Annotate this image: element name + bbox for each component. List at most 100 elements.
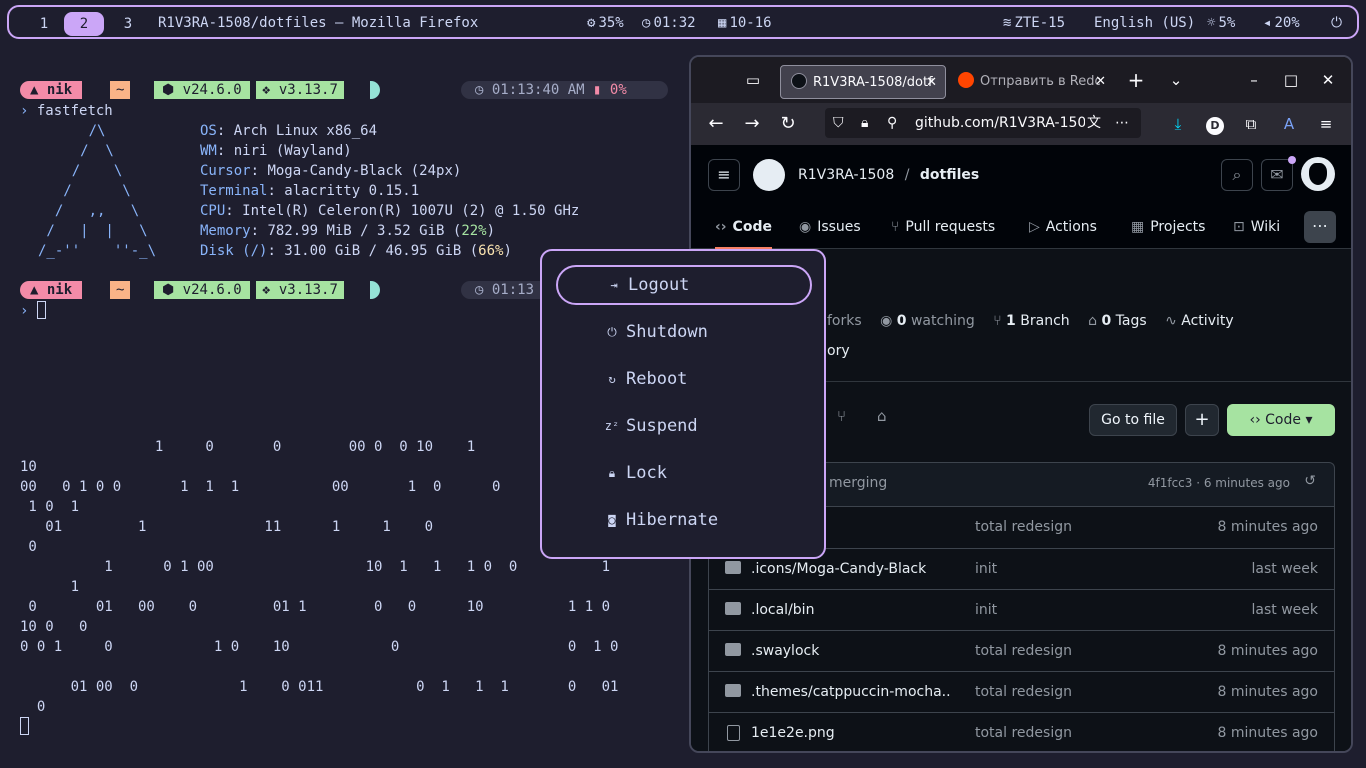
download-icon[interactable]: ⤓ [1163,109,1193,139]
file-row[interactable]: 1e1e2e.png total redesign 8 minutes ago [709,712,1334,751]
go-to-file-button[interactable]: Go to file [1089,404,1177,436]
tab-projects[interactable]: ▦ Projects [1131,205,1205,249]
reload-icon[interactable]: ↻ [773,109,803,139]
shutdown-item[interactable]: ⏻ Shutdown [556,312,812,352]
binary-line: 01 1 11 1 1 0 [20,519,434,535]
more-icon[interactable]: ⋯ [1115,108,1129,138]
history-icon[interactable]: ↺ [1304,473,1316,489]
workspace-1-button[interactable]: 1 [24,12,64,36]
tab-actions[interactable]: ▷ Actions [1029,205,1097,249]
shield-icon: ⛉ [833,115,844,131]
commit-message[interactable]: merging [829,475,887,491]
workspace-3-button[interactable]: 3 [108,12,148,36]
file-commit-message[interactable]: init [975,590,997,630]
github-logo-icon[interactable] [753,159,785,191]
file-row[interactable]: .local/bin init last week [709,589,1334,630]
file-commit-message[interactable]: init [975,549,997,589]
fastfetch-key: Cursor [200,163,251,179]
profile-badge-text: D [1206,117,1224,135]
activity-link[interactable]: Activity [1181,313,1233,329]
forks-label[interactable]: forks [827,313,862,329]
keyboard-layout[interactable]: English (US) [1094,7,1195,41]
file-name[interactable]: .local/bin [751,590,951,630]
code-dropdown-button[interactable]: ‹› Code ▾ [1227,404,1335,436]
github-header: ≡ R1V3RA-1508 / dotfiles ⌕ ✉ [691,145,1351,205]
tab-code[interactable]: ‹› Code [715,205,772,249]
fastfetch-value: 782.99 MiB / 3.52 GiB ( [267,223,462,239]
file-commit-message[interactable]: total redesign [975,672,1072,712]
file-commit-message[interactable]: total redesign [975,631,1072,671]
python-icon: ❖ [262,282,271,298]
close-icon[interactable]: ✕ [1095,65,1106,99]
reboot-item[interactable]: ↻ Reboot [556,359,812,399]
commit-hash-time[interactable]: 4f1fcc3 · 6 minutes ago [1148,476,1290,490]
tag-icon[interactable]: ⌂ [877,407,887,425]
tab-reddit[interactable]: Отправить в Reddit ✕ [948,65,1114,99]
maximize-icon[interactable]: □ [1276,65,1306,95]
binary-line: 1 0 1 [20,499,80,515]
avatar[interactable] [1301,157,1335,191]
file-commit-message[interactable]: total redesign [975,713,1072,751]
brightness-indicator[interactable]: ☼ 5% [1207,7,1235,41]
navigation-bar: ← → ↻ ⛉ 🔒︎ ⚲ github.com/R1V3RA-1508 文 ⋯ … [691,103,1351,145]
file-name[interactable]: .themes/catppuccin-mocha... [751,672,951,712]
close-icon[interactable]: ✕ [926,66,937,98]
binary-line: 0 0 1 0 1 0 10 0 0 1 0 [20,639,619,655]
prompt-node-version: v24.6.0 [182,82,242,98]
volume-indicator[interactable]: ◂ 20% [1263,7,1300,41]
branch-icon: ⑂ [993,313,1002,329]
workspace-2-button[interactable]: 2 [64,12,104,36]
clock-icon: ◷ [475,282,484,298]
repo-owner-link[interactable]: R1V3RA-1508 [798,167,894,183]
menu-icon[interactable]: ≡ [1311,109,1341,139]
tab-manager-icon[interactable]: ▭ [738,65,768,95]
hibernate-label: Hibernate [626,510,719,530]
wifi-indicator[interactable]: ≋ ZTE-15 [1003,7,1065,41]
new-tab-icon[interactable]: + [1121,65,1151,95]
repo-tabs: ‹› Code ◉ Issues ⑂ Pull requests ▷ Actions ▦… [691,205,1351,249]
file-row[interactable]: .swaylock total redesign 8 minutes ago [709,630,1334,671]
tags-label[interactable]: Tags [1116,313,1147,329]
minimize-icon[interactable]: – [1239,65,1269,95]
clock-icon: ◷ [642,15,651,31]
branch-graph-icon[interactable]: ⑂ [837,407,846,425]
add-file-button[interactable]: + [1185,404,1219,436]
back-icon[interactable]: ← [701,109,731,139]
close-window-icon[interactable]: ✕ [1313,65,1343,95]
hamburger-menu-button[interactable]: ≡ [708,159,740,191]
extensions-icon[interactable]: ⧉ [1236,109,1266,139]
lock-item[interactable]: 🔒︎ Lock [556,453,812,493]
tab-pull-requests[interactable]: ⑂ Pull requests [891,205,995,249]
file-date: last week [1251,561,1319,577]
chevron-down-icon[interactable]: ⌄ [1161,65,1191,95]
hibernate-item[interactable]: ◙ Hibernate [556,500,812,540]
branch-label[interactable]: Branch [1020,313,1069,329]
search-icon: ⌕ [1232,165,1242,184]
file-row[interactable]: .themes/catppuccin-mocha... total redesig… [709,671,1334,712]
fastfetch-key: OS [200,123,217,139]
power-button[interactable]: ⏻ [1331,7,1342,41]
prompt-python: ❖ v3.13.7 [256,81,344,99]
input-line[interactable]: › [20,301,46,321]
tab-issues[interactable]: ◉ Issues [799,205,861,249]
tab-wiki[interactable]: ⊡ Wiki [1233,205,1280,249]
fastfetch-colon: : [250,223,268,239]
translate-icon[interactable]: 文 [1087,108,1101,138]
file-name[interactable]: .swaylock [751,631,951,671]
logout-item[interactable]: ⇥ Logout [556,265,812,305]
profile-badge[interactable]: D [1200,109,1230,139]
forward-icon[interactable]: → [737,109,767,139]
url-bar[interactable]: ⛉ 🔒︎ ⚲ github.com/R1V3RA-1508 文 ⋯ [825,108,1141,138]
prompt-arrow-icon: › [20,103,29,119]
suspend-item[interactable]: zᶻ Suspend [556,406,812,446]
translate-extension-icon[interactable]: A [1274,109,1304,139]
repo-name-link[interactable]: dotfiles [920,167,979,183]
ascii-logo-line: /\ [38,123,106,139]
search-button[interactable]: ⌕ [1221,159,1253,191]
watching-label[interactable]: watching [911,313,975,329]
file-name[interactable]: 1e1e2e.png [751,713,951,751]
inbox-button[interactable]: ✉ [1261,156,1296,191]
file-commit-message[interactable]: total redesign [975,507,1072,547]
more-tabs-button[interactable]: ⋯ [1304,211,1336,243]
tab-dotfiles[interactable]: R1V3RA-1508/dotfiles✕ [780,65,946,99]
